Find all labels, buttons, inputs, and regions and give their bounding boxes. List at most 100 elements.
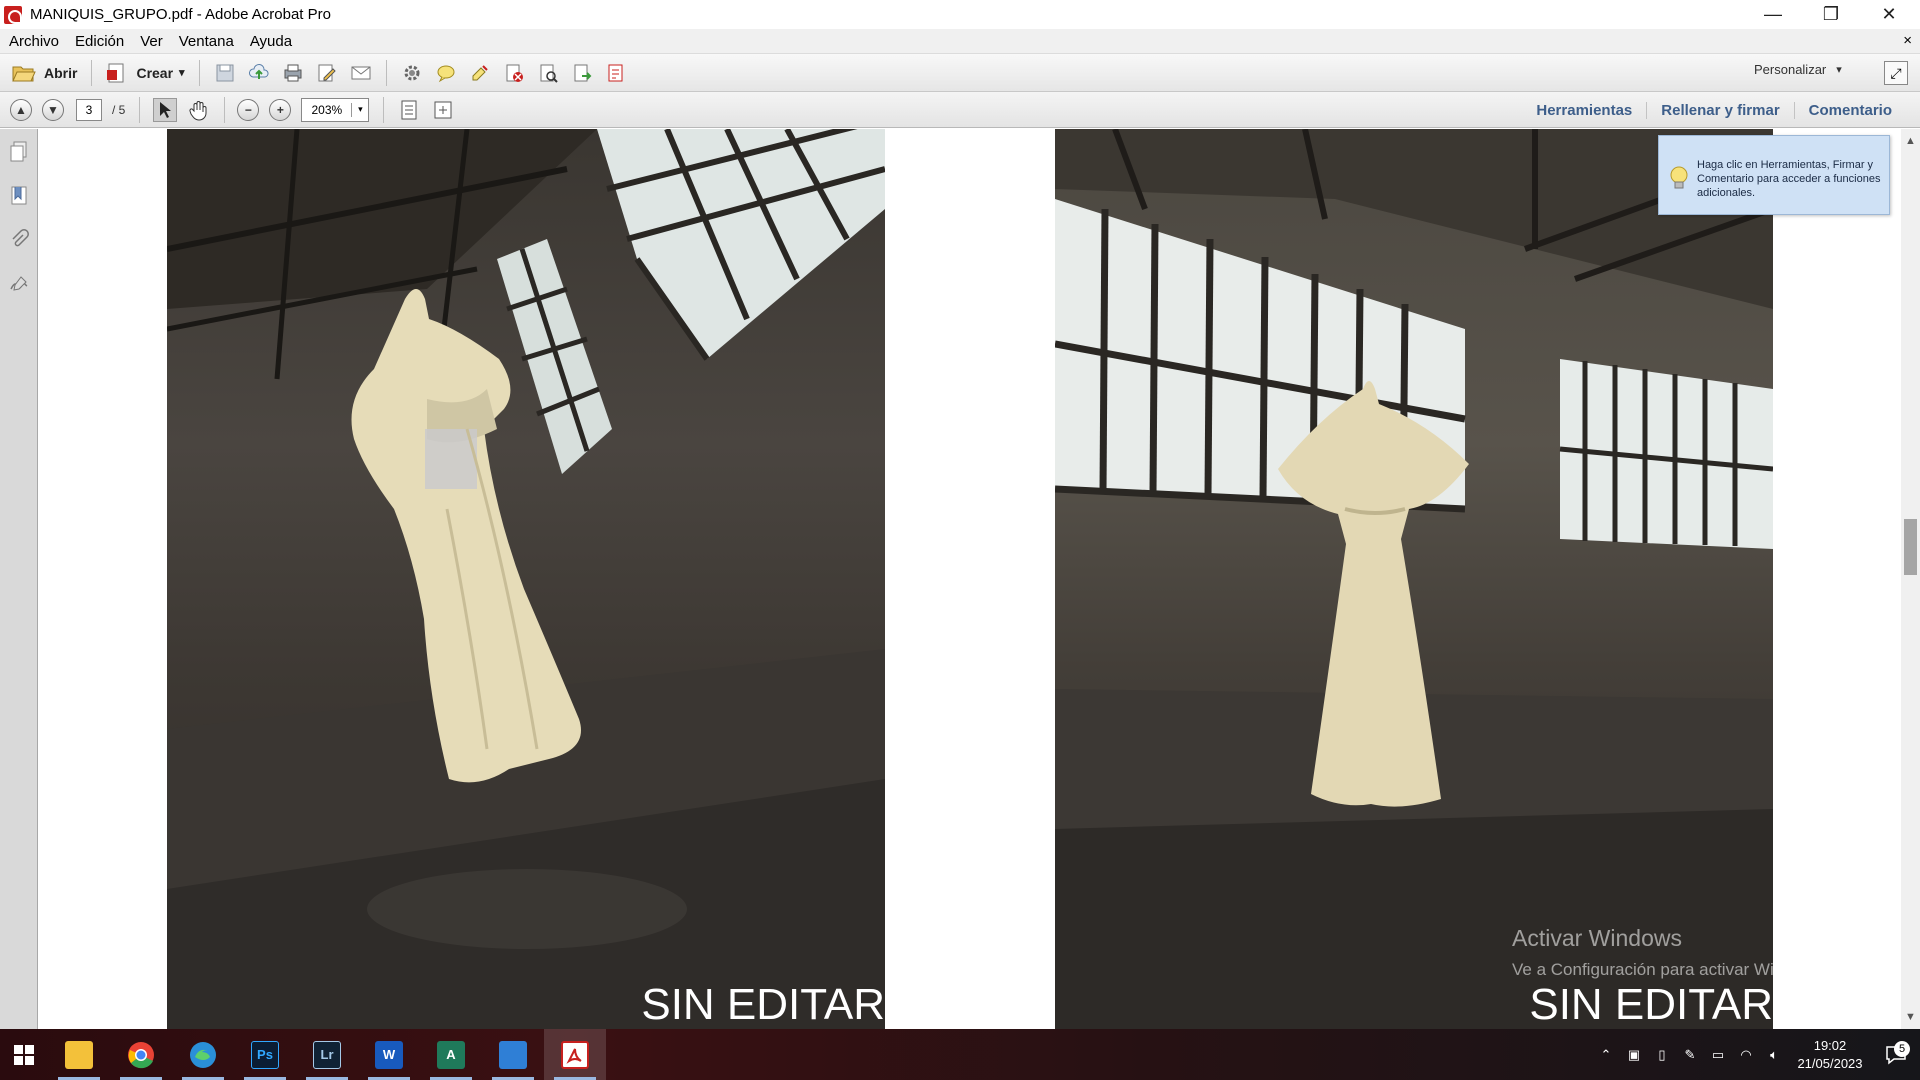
expand-icon[interactable]: ⤢ [1884,61,1908,85]
taskbar-file-explorer[interactable] [48,1029,110,1080]
previous-page-button[interactable]: ▲ [10,98,32,121]
menu-edicion[interactable]: Edición [67,33,132,50]
chrome-icon [128,1041,154,1068]
lightroom-icon: Lr [313,1040,341,1069]
signatures-icon[interactable] [6,271,32,297]
menu-ayuda[interactable]: Ayuda [242,33,300,50]
activation-watermark-title: Activar Windows [1512,925,1682,951]
windows-logo-icon [14,1044,34,1065]
title-bar: MANIQUIS_GRUPO.pdf - Adobe Acrobat Pro —… [0,0,1920,29]
delete-page-icon[interactable] [502,61,526,85]
tools-pane-button[interactable]: Herramientas [1522,102,1646,119]
device-icon[interactable]: ▣ [1620,1047,1648,1063]
show-hidden-icons-icon[interactable]: ⌃ [1592,1047,1620,1063]
taskbar-photos[interactable] [482,1029,544,1080]
plus-icon: + [276,102,284,117]
acrobat-icon [561,1040,589,1069]
arrow-down-icon: ▼ [47,102,59,117]
edge-icon [190,1041,216,1068]
hand-tool-icon[interactable] [187,98,211,122]
navigation-toolbar: ▲ ▼ 3 / 5 − + 203% ▾ Herramientas Rellen… [0,92,1920,128]
toolbar-divider [139,96,141,123]
warehouse-scene-left [167,129,885,1029]
arrow-up-icon: ▲ [15,102,27,117]
zoom-out-button[interactable]: − [237,98,260,121]
close-button[interactable]: ✕ [1860,0,1918,29]
tools-tooltip[interactable]: Haga clic en Herramientas, Firmar y Come… [1658,135,1890,215]
window-title: MANIQUIS_GRUPO.pdf - Adobe Acrobat Pro [30,6,331,23]
taskbar-chrome[interactable] [110,1029,172,1080]
create-label: Crear [136,64,174,81]
select-tool-icon[interactable] [153,97,178,122]
document-view[interactable]: SIN EDITAR SIN EDITAR Haga clic en Herra… [39,129,1901,1029]
warehouse-scene-right [1055,129,1773,1029]
notifications-button[interactable]: 5 [1872,1040,1920,1065]
zoom-value: 203% [302,102,353,117]
windows-taskbar: Ps Lr W A ⌃ ▣ ▯ ✎ ▭ ◠ 🔈︎ 19:02 21/05/202… [0,1029,1920,1080]
zoom-in-button[interactable]: + [269,98,292,121]
scroll-up-icon[interactable]: ▲ [1905,135,1916,147]
mannequin-photo-left: SIN EDITAR [167,129,885,1029]
fill-sign-pane-button[interactable]: Rellenar y firmar [1646,101,1793,119]
customize-dropdown[interactable]: Personalizar ▾ [1754,62,1842,77]
edit-document-icon[interactable] [315,61,339,85]
taskbar-access[interactable]: A [420,1029,482,1080]
page-number-input[interactable]: 3 [76,98,102,121]
attachments-icon[interactable] [6,227,32,253]
customize-label: Personalizar [1754,62,1827,77]
caption-left: SIN EDITAR [641,980,885,1029]
mannequin-photo-right: SIN EDITAR [1055,129,1773,1029]
toolbar-divider [385,59,387,86]
highlight-icon[interactable] [468,61,492,85]
print-icon[interactable] [281,61,305,85]
usb-icon[interactable]: ▯ [1648,1047,1676,1063]
full-screen-icon[interactable] [431,98,455,122]
create-button[interactable]: Crear ▾ [100,58,190,88]
toolbar-divider [91,59,93,86]
access-icon: A [437,1040,465,1069]
fit-page-icon[interactable] [397,98,421,122]
toolbar-divider [198,59,200,86]
email-icon[interactable] [349,61,373,85]
menu-bar: Archivo Edición Ver Ventana Ayuda × [0,29,1920,54]
save-icon[interactable] [213,61,237,85]
menu-ver[interactable]: Ver [132,33,171,50]
volume-icon[interactable]: 🔈︎ [1760,1047,1788,1063]
clock[interactable]: 19:02 21/05/2023 [1788,1037,1872,1073]
menu-archivo[interactable]: Archivo [0,33,67,50]
page-thumbnails-icon[interactable] [6,139,32,165]
zoom-dropdown[interactable]: 203% ▾ [301,97,370,122]
menu-ventana[interactable]: Ventana [171,33,242,50]
navigation-pane [0,129,38,1029]
form-icon[interactable] [604,61,628,85]
taskbar-edge[interactable] [172,1029,234,1080]
pen-icon[interactable]: ✎ [1676,1047,1704,1063]
clock-date: 21/05/2023 [1797,1055,1863,1071]
taskbar-acrobat[interactable] [544,1029,606,1080]
lightbulb-icon [1670,166,1688,189]
photoshop-icon: Ps [251,1040,279,1069]
scroll-down-icon[interactable]: ▼ [1905,1011,1916,1023]
scrollbar-thumb[interactable] [1904,519,1917,575]
taskbar-photoshop[interactable]: Ps [234,1029,296,1080]
cloud-upload-icon[interactable] [247,61,271,85]
battery-icon[interactable]: ▭ [1704,1047,1732,1063]
settings-gear-icon[interactable] [400,61,424,85]
next-page-button[interactable]: ▼ [42,98,64,121]
minimize-button[interactable]: — [1744,0,1802,29]
start-button[interactable] [0,1029,48,1080]
close-document-button[interactable]: × [1903,32,1912,49]
taskbar-lightroom[interactable]: Lr [296,1029,358,1080]
folder-open-icon [12,66,36,81]
restore-button[interactable]: ❐ [1802,0,1860,29]
vertical-scrollbar[interactable]: ▲ ▼ [1901,129,1920,1029]
comment-bubble-icon[interactable] [434,61,458,85]
open-button[interactable]: Abrir [6,58,83,88]
export-page-icon[interactable] [570,61,594,85]
bookmarks-icon[interactable] [6,183,32,209]
comment-pane-button[interactable]: Comentario [1793,101,1906,119]
page-search-icon[interactable] [536,61,560,85]
wifi-icon[interactable]: ◠ [1732,1047,1760,1063]
taskbar-word[interactable]: W [358,1029,420,1080]
task-pane-links: Herramientas Rellenar y firmar Comentari… [1522,92,1906,128]
